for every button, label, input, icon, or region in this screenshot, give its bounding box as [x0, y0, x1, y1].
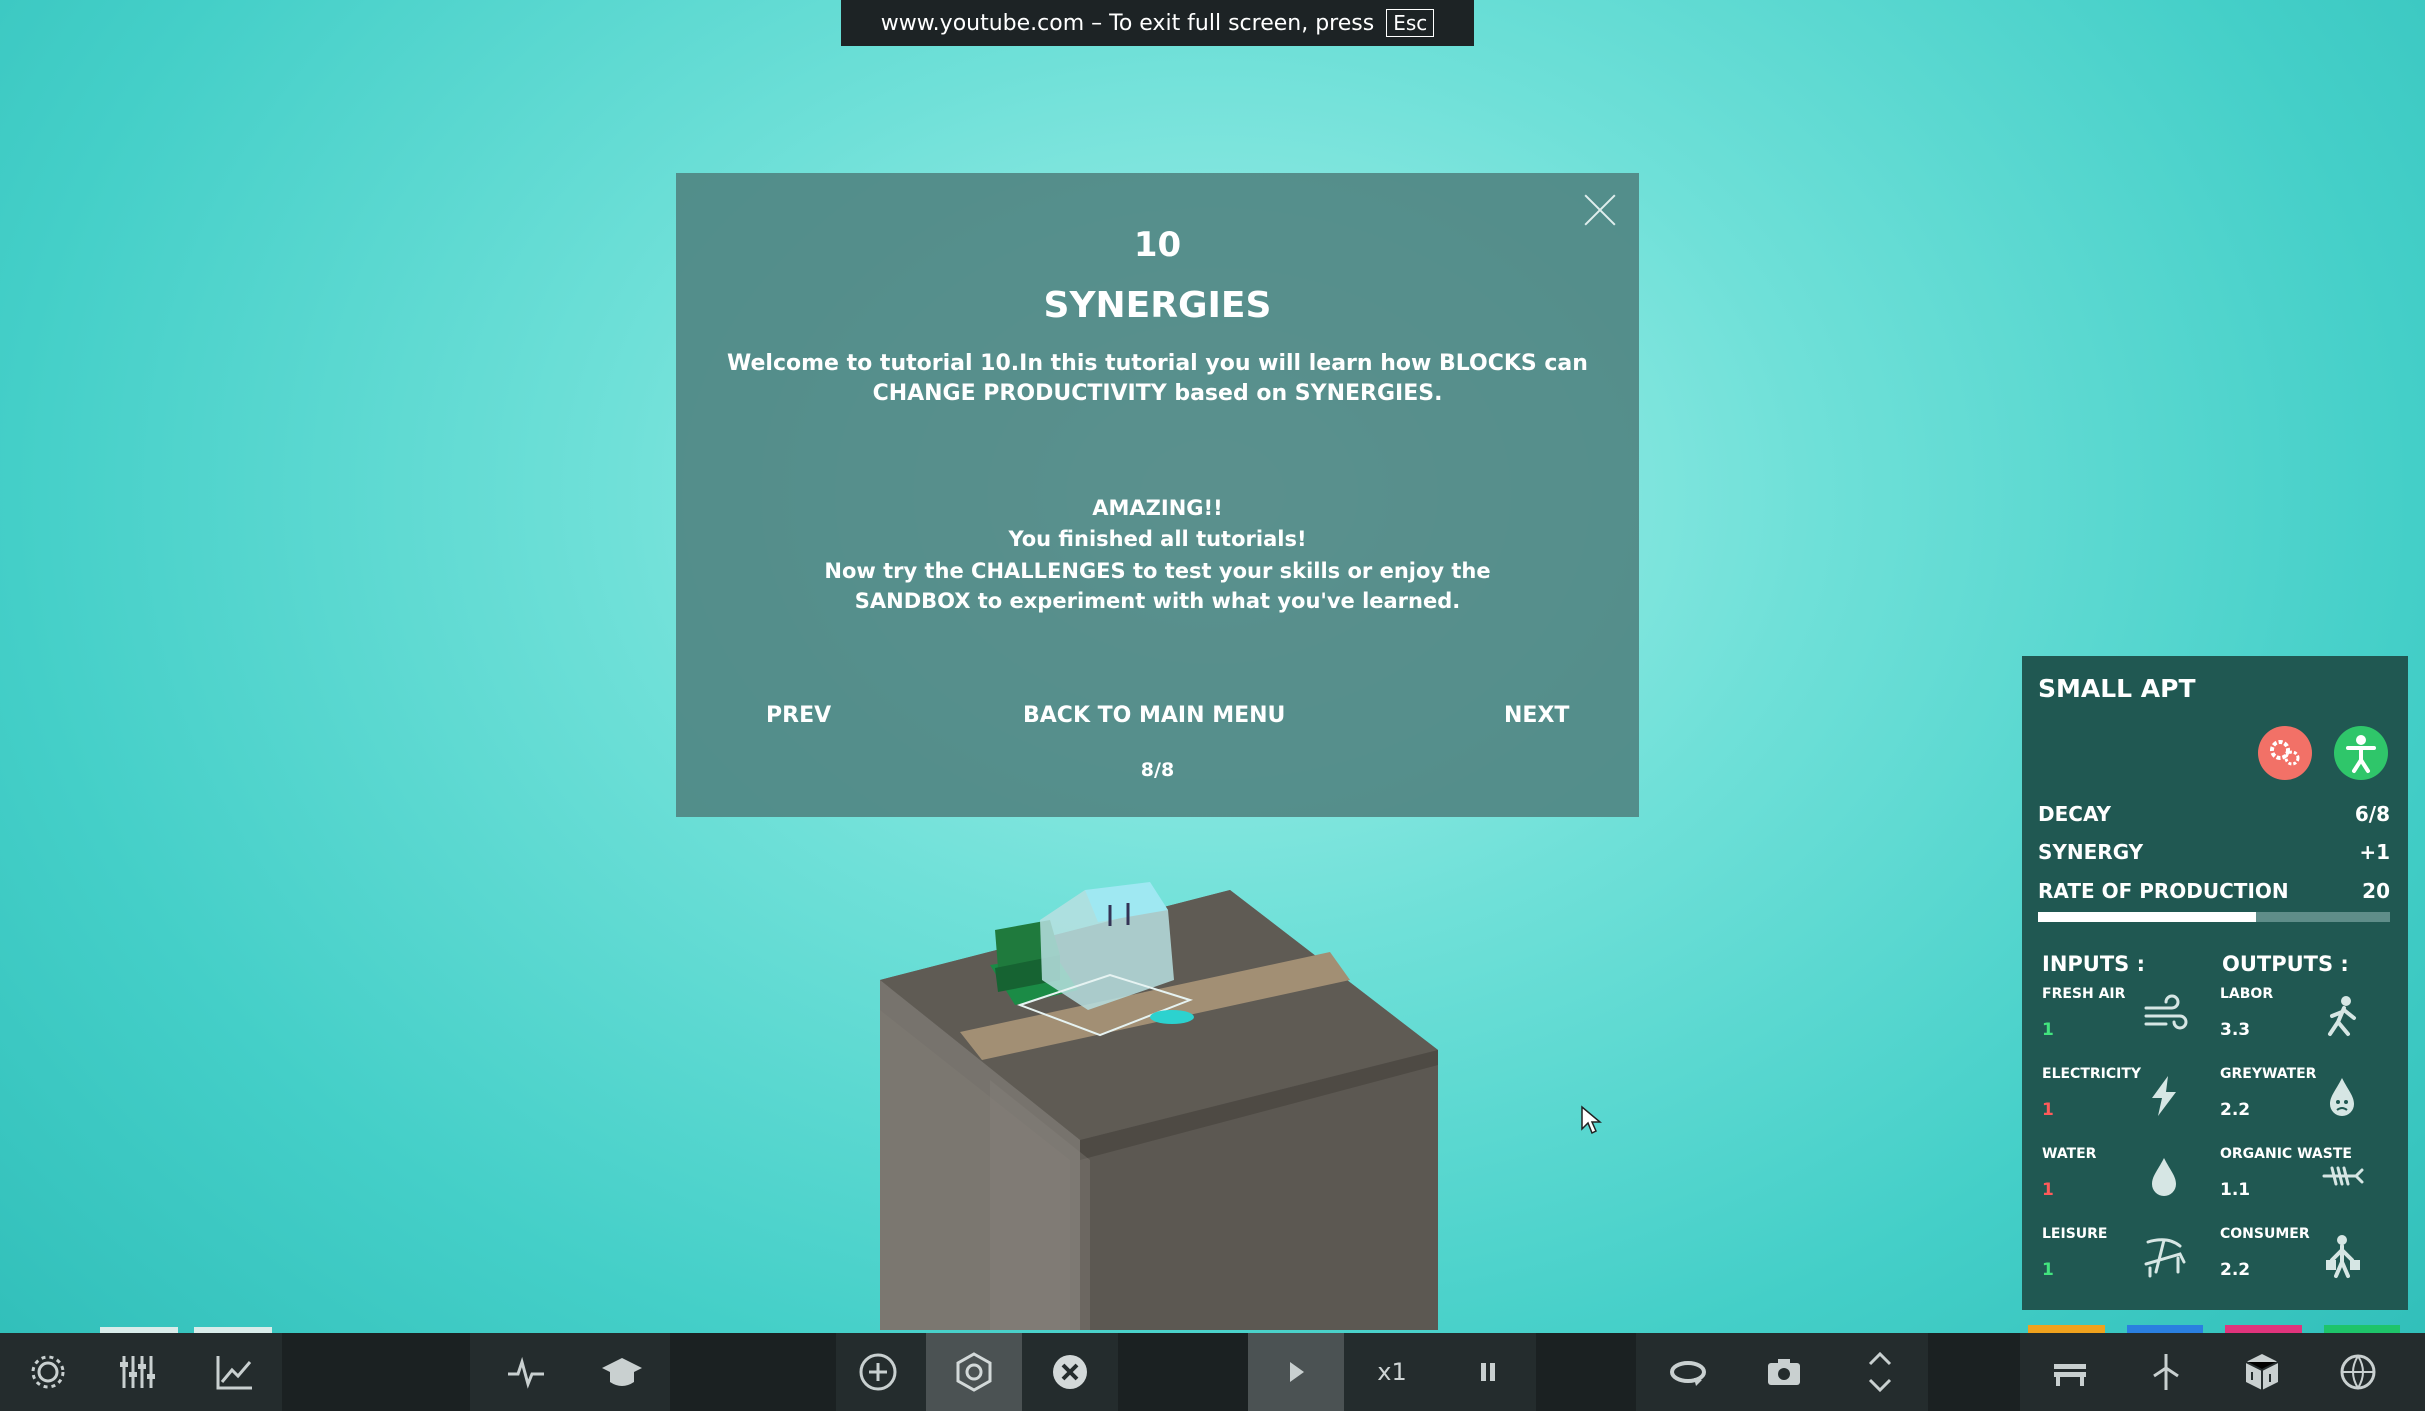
stats-button[interactable]: [186, 1333, 282, 1411]
toolbar-spacer-play: [1118, 1333, 1248, 1411]
toolbar-spacer-mid: [670, 1333, 836, 1411]
speed-label: x1: [1377, 1358, 1407, 1386]
rate-progress-fill: [2038, 912, 2257, 922]
rotate-button[interactable]: [1640, 1333, 1736, 1411]
building-icon: [2245, 1354, 2279, 1390]
esc-key-hint: Esc: [1386, 9, 1435, 37]
speed-button[interactable]: x1: [1344, 1333, 1440, 1411]
settings-button[interactable]: [0, 1333, 96, 1411]
tutorial-button[interactable]: [574, 1333, 670, 1411]
input-water: WATER 1: [2042, 1146, 2192, 1216]
decay-stat: DECAY 6/8: [2038, 802, 2390, 826]
mixer-button[interactable]: [90, 1333, 186, 1411]
fish-bone-icon: [2322, 1166, 2364, 1186]
page-indicator: 8/8: [1140, 759, 1175, 781]
category-color-strip: [2028, 1325, 2400, 1333]
synergy-value: +1: [2359, 840, 2390, 864]
sun-lounger-icon: [2144, 1238, 2186, 1278]
remove-block-button[interactable]: [1022, 1333, 1118, 1411]
output-consumer: CONSUMER 2.2: [2220, 1226, 2370, 1296]
strip-orange: [2028, 1325, 2105, 1333]
output-organic-waste: ORGANIC WASTE 1.1: [2220, 1146, 2370, 1216]
greywater-drop-icon: [2330, 1078, 2354, 1116]
tutorial-next-steps: Now try the CHALLENGES to test your skil…: [824, 559, 1491, 613]
rate-stat: RATE OF PRODUCTION 20: [2038, 879, 2390, 903]
lightning-icon: [2152, 1076, 2176, 1116]
tutorial-title: SYNERGIES: [1043, 285, 1272, 326]
prev-button[interactable]: PREV: [766, 703, 831, 728]
inputs-heading: INPUTS :: [2042, 952, 2145, 976]
mouse-cursor-icon: [1581, 1105, 1602, 1135]
decay-label: DECAY: [2038, 802, 2111, 826]
rotate-icon: [1670, 1361, 1706, 1386]
pulse-icon: [508, 1356, 544, 1389]
energy-category-button[interactable]: [2118, 1333, 2214, 1411]
play-button[interactable]: [1248, 1333, 1344, 1411]
bottom-toolbar: x1: [0, 1333, 2425, 1411]
tutorial-dialog: 10 SYNERGIES Welcome to tutorial 10.In t…: [676, 173, 1639, 817]
shopper-icon: [2326, 1235, 2360, 1278]
strip-blue: [2126, 1325, 2203, 1333]
toolbar-spacer-right: [1536, 1333, 1636, 1411]
tutorial-amazing: AMAZING!!: [1092, 496, 1223, 520]
camera-icon: [1768, 1359, 1800, 1385]
bench-icon: [2054, 1364, 2086, 1386]
fullscreen-notice: www.youtube.com – To exit full screen, p…: [841, 0, 1474, 46]
target-icon: [956, 1352, 992, 1392]
back-to-main-menu-button[interactable]: BACK TO MAIN MENU: [1023, 703, 1285, 728]
toolbar-spacer-left: [282, 1333, 470, 1411]
strip-green: [2323, 1325, 2400, 1333]
add-icon: [859, 1353, 897, 1391]
person-icon[interactable]: [2334, 726, 2388, 780]
rate-progress-bar: [2038, 912, 2390, 922]
graduation-cap-icon: [602, 1358, 642, 1386]
strip-pink: [2225, 1325, 2302, 1333]
decay-value: 6/8: [2354, 802, 2390, 826]
block-info-panel: SMALL APT DECAY 6/8 SYNERGY +1 RATE OF P…: [2022, 656, 2408, 1310]
tutorial-intro: Welcome to tutorial 10.In this tutorial …: [727, 351, 1588, 406]
add-block-button[interactable]: [830, 1333, 926, 1411]
fullscreen-notice-text: www.youtube.com – To exit full screen, p…: [880, 10, 1375, 36]
remove-icon: [1053, 1355, 1087, 1389]
rate-label: RATE OF PRODUCTION: [2038, 879, 2289, 903]
input-leisure: LEISURE 1: [2042, 1226, 2192, 1296]
chevron-down-icon[interactable]: [1858, 1375, 1902, 1397]
outputs-heading: OUTPUTS :: [2222, 952, 2349, 976]
pause-button[interactable]: [1440, 1333, 1536, 1411]
inspect-button[interactable]: [926, 1333, 1022, 1411]
next-button[interactable]: NEXT: [1504, 703, 1569, 728]
output-greywater: GREYWATER 2.2: [2220, 1066, 2370, 1136]
mixer-icon: [120, 1356, 155, 1388]
synergy-stat: SYNERGY +1: [2038, 840, 2390, 864]
leisure-category-button[interactable]: [2022, 1333, 2118, 1411]
pulse-button[interactable]: [478, 1333, 574, 1411]
chevron-up-icon[interactable]: [1858, 1347, 1902, 1369]
world-category-button[interactable]: [2310, 1333, 2406, 1411]
chart-icon: [216, 1356, 252, 1390]
wind-icon: [2144, 994, 2188, 1030]
housing-category-button[interactable]: [2214, 1333, 2310, 1411]
gears-icon[interactable]: [2258, 726, 2312, 780]
water-drop-icon: [2152, 1158, 2176, 1196]
city-block-scene[interactable]: [870, 870, 1450, 1330]
play-icon: [1290, 1362, 1304, 1382]
worker-icon: [2328, 996, 2356, 1036]
synergy-label: SYNERGY: [2038, 840, 2144, 864]
tutorial-number: 10: [1133, 225, 1182, 265]
settings-icon: [31, 1355, 65, 1389]
input-electricity: ELECTRICITY 1: [2042, 1066, 2192, 1136]
toolbar-spacer-far-right: [1928, 1333, 2020, 1411]
input-fresh-air: FRESH AIR 1: [2042, 986, 2192, 1056]
globe-icon: [2340, 1354, 2376, 1390]
rate-value: 20: [2362, 879, 2390, 903]
camera-button[interactable]: [1736, 1333, 1832, 1411]
tutorial-finished: You finished all tutorials!: [1008, 527, 1307, 551]
pause-icon: [1481, 1363, 1495, 1381]
wind-turbine-icon: [2153, 1354, 2179, 1390]
level-arrows[interactable]: [1832, 1333, 1928, 1411]
block-title: SMALL APT: [2038, 674, 2196, 703]
output-labor: LABOR 3.3: [2220, 986, 2370, 1056]
